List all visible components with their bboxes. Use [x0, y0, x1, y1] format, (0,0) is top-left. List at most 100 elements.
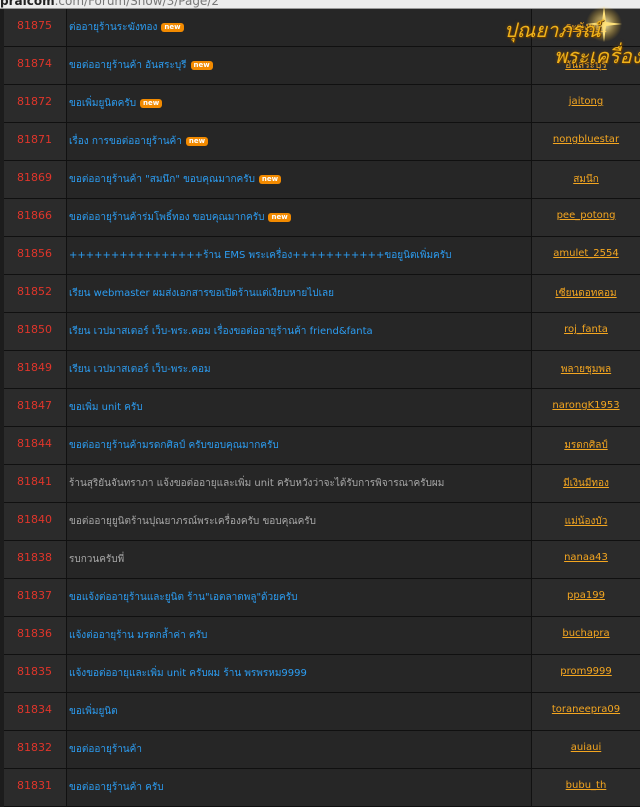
topic-id: 81840: [17, 513, 52, 526]
topic-id: 81834: [17, 703, 52, 716]
topic-title-link[interactable]: ขอต่ออายุร้านค้า อันสระบุรี: [69, 60, 187, 71]
topic-author-link[interactable]: toraneepra09: [532, 704, 640, 715]
topic-author-link[interactable]: มรดกศิลป์: [532, 438, 640, 453]
topic-id-cell: 81837: [4, 579, 67, 616]
topic-author-link[interactable]: แม่น้องบัว: [532, 514, 640, 529]
topic-author-cell: อันสระบุรี: [532, 47, 640, 84]
topic-title-link[interactable]: ++++++++++++++++ร้าน EMS พระเครื่อง+++++…: [69, 250, 451, 261]
topic-title-link[interactable]: ขอต่ออายุร้านค้า ครับ: [69, 782, 164, 793]
topic-title-cell: เรียน เวปมาสเตอร์ เว็บ-พระ.คอม เรื่องขอต…: [67, 313, 532, 350]
topic-row: 81872 ขอเพิ่มยูนิตครับ new jaitong: [4, 85, 640, 123]
topic-id-cell: 81831: [4, 769, 67, 806]
topic-author-link[interactable]: amulet_2554: [532, 248, 640, 259]
topic-title-link[interactable]: ขอเพิ่มยูนิตครับ: [69, 98, 136, 109]
topic-author-link[interactable]: nanaa43: [532, 552, 640, 563]
topic-author-cell: auiaui: [532, 731, 640, 768]
topic-title-cell: ขอต่ออายุร้านค้า: [67, 731, 532, 768]
topic-id-cell: 81852: [4, 275, 67, 312]
topic-title-cell: รบกวนครับพี่: [67, 541, 532, 578]
topic-title-link[interactable]: เรียน webmaster ผมส่งเอกสารขอเปิดร้านแต่…: [69, 288, 334, 299]
topic-author-link[interactable]: jaitong: [532, 96, 640, 107]
topic-id-cell: 81847: [4, 389, 67, 426]
new-badge: new: [268, 213, 291, 222]
topic-author-cell: แม่น้องบัว: [532, 503, 640, 540]
topic-id: 81844: [17, 437, 52, 450]
topic-row: 81875 ต่ออายุร้านระฆังทอง new ระฆังทอง: [4, 9, 640, 47]
topic-id-cell: 81869: [4, 161, 67, 198]
topic-author-cell: bubu_th: [532, 769, 640, 806]
topic-title-link[interactable]: เรียน เวปมาสเตอร์ เว็บ-พระ.คอม เรื่องขอต…: [69, 326, 373, 337]
topic-title-link[interactable]: ขอต่ออายุร้านค้า: [69, 744, 142, 755]
topic-author-link[interactable]: nongbluestar: [532, 134, 640, 145]
topic-author-link[interactable]: buchapra: [532, 628, 640, 639]
topic-author-link[interactable]: ppa199: [532, 590, 640, 601]
new-badge: new: [258, 175, 282, 184]
topic-author-cell: พลายชุมพล: [532, 351, 640, 388]
topic-author-cell: nongbluestar: [532, 123, 640, 160]
topic-id-cell: 81850: [4, 313, 67, 350]
address-host: pralcom: [0, 0, 55, 8]
topic-author-link[interactable]: พลายชุมพล: [532, 362, 640, 377]
topic-author-link[interactable]: สมนึก: [532, 172, 640, 187]
topic-title-link[interactable]: แจ้งต่ออายุร้าน มรดกล้ำค่า ครับ: [69, 630, 207, 641]
topic-row: 81835 แจ้งขอต่ออายุและเพิ่ม unit ครับผม ร…: [4, 655, 640, 693]
topic-row: 81871 เรื่อง การขอต่ออายุร้านค้า new nongbl…: [4, 123, 640, 161]
topic-id: 81847: [17, 399, 52, 412]
topic-row: 81849 เรียน เวปมาสเตอร์ เว็บ-พระ.คอม พลายช…: [4, 351, 640, 389]
topic-title-link[interactable]: ร้านสุริยันจันทราภา แจ้งขอต่ออายุและเพิ่…: [69, 478, 444, 489]
topic-title-cell: เรียน webmaster ผมส่งเอกสารขอเปิดร้านแต่…: [67, 275, 532, 312]
topic-row: 81834 ขอเพิ่มยูนิต toraneepra09: [4, 693, 640, 731]
topic-id: 81875: [17, 19, 52, 32]
topic-row: 81838 รบกวนครับพี่ nanaa43: [4, 541, 640, 579]
browser-address-bar[interactable]: pralcom.com/Forum/Show/3/Page/2: [0, 0, 640, 9]
topic-id-cell: 81840: [4, 503, 67, 540]
new-badge: new: [161, 23, 184, 32]
topic-row: 81844 ขอต่ออายุร้านค้ามรดกศิลป์ ครับขอบคุ…: [4, 427, 640, 465]
topic-title-link[interactable]: ขอต่ออายุร้านค้าร่มโพธิ์ทอง ขอบคุณมากครั…: [69, 212, 264, 223]
topic-title-link[interactable]: รบกวนครับพี่: [69, 554, 124, 565]
topic-id-cell: 81875: [4, 9, 67, 46]
topic-author-link[interactable]: ระฆังทอง: [532, 20, 640, 35]
topic-id-cell: 81866: [4, 199, 67, 236]
topic-title-cell: ขอเพิ่ม unit ครับ: [67, 389, 532, 426]
topic-title-cell: ร้านสุริยันจันทราภา แจ้งขอต่ออายุและเพิ่…: [67, 465, 532, 502]
topic-author-link[interactable]: auiaui: [532, 742, 640, 753]
topic-author-link[interactable]: pee_potong: [532, 210, 640, 221]
topic-id: 81872: [17, 95, 52, 108]
topic-id-cell: 81856: [4, 237, 67, 274]
topic-author-link[interactable]: roj_fanta: [532, 324, 640, 335]
topic-author-cell: ppa199: [532, 579, 640, 616]
topic-author-link[interactable]: bubu_th: [532, 780, 640, 791]
topic-title-link[interactable]: ขอต่ออายุร้านค้า "สมนึก" ขอบคุณมากครับ: [69, 174, 255, 185]
topic-title-link[interactable]: ขอต่ออายุยูนิตร้านปุณยาภรณ์พระเครื่องครั…: [69, 516, 316, 527]
topic-title-link[interactable]: ขอต่ออายุร้านค้ามรดกศิลป์ ครับขอบคุณมากค…: [69, 440, 279, 451]
topic-title-cell: ต่ออายุร้านระฆังทอง new: [67, 9, 532, 46]
topic-title-link[interactable]: ขอเพิ่มยูนิต: [69, 706, 118, 717]
topic-title-link[interactable]: เรียน เวปมาสเตอร์ เว็บ-พระ.คอม: [69, 364, 211, 375]
topic-row: 81832 ขอต่ออายุร้านค้า auiaui: [4, 731, 640, 769]
topic-author-link[interactable]: เซียนดอทคอม: [532, 286, 640, 301]
topic-title-link[interactable]: ต่ออายุร้านระฆังทอง: [69, 22, 157, 33]
topic-id: 81850: [17, 323, 52, 336]
topic-title-link[interactable]: เรื่อง การขอต่ออายุร้านค้า: [69, 136, 182, 147]
topic-table: 81875 ต่ออายุร้านระฆังทอง new ระฆังทอง 81874…: [4, 9, 640, 807]
topic-author-cell: สมนึก: [532, 161, 640, 198]
address-path: .com/Forum/Show/3/Page/2: [54, 0, 219, 8]
topic-title-cell: เรื่อง การขอต่ออายุร้านค้า new: [67, 123, 532, 160]
topic-row: 81847 ขอเพิ่ม unit ครับ narongK1953: [4, 389, 640, 427]
topic-author-link[interactable]: มีเงินมีทอง: [532, 476, 640, 491]
topic-id: 81856: [17, 247, 52, 260]
topic-id: 81835: [17, 665, 52, 678]
topic-title-link[interactable]: ขอเพิ่ม unit ครับ: [69, 402, 143, 413]
topic-author-cell: roj_fanta: [532, 313, 640, 350]
topic-title-link[interactable]: ขอแจ้งต่ออายุร้านและยูนิต ร้าน"เอตลาดพลู…: [69, 592, 297, 603]
topic-row: 81837 ขอแจ้งต่ออายุร้านและยูนิต ร้าน"เอตล…: [4, 579, 640, 617]
topic-row: 81841 ร้านสุริยันจันทราภา แจ้งขอต่ออายุแล…: [4, 465, 640, 503]
topic-title-link[interactable]: แจ้งขอต่ออายุและเพิ่ม unit ครับผม ร้าน พ…: [69, 668, 307, 679]
topic-author-link[interactable]: อันสระบุรี: [532, 58, 640, 73]
topic-id-cell: 81836: [4, 617, 67, 654]
topic-author-link[interactable]: narongK1953: [532, 400, 640, 411]
topic-author-link[interactable]: prom9999: [532, 666, 640, 677]
topic-id-cell: 81832: [4, 731, 67, 768]
topic-author-cell: toraneepra09: [532, 693, 640, 730]
